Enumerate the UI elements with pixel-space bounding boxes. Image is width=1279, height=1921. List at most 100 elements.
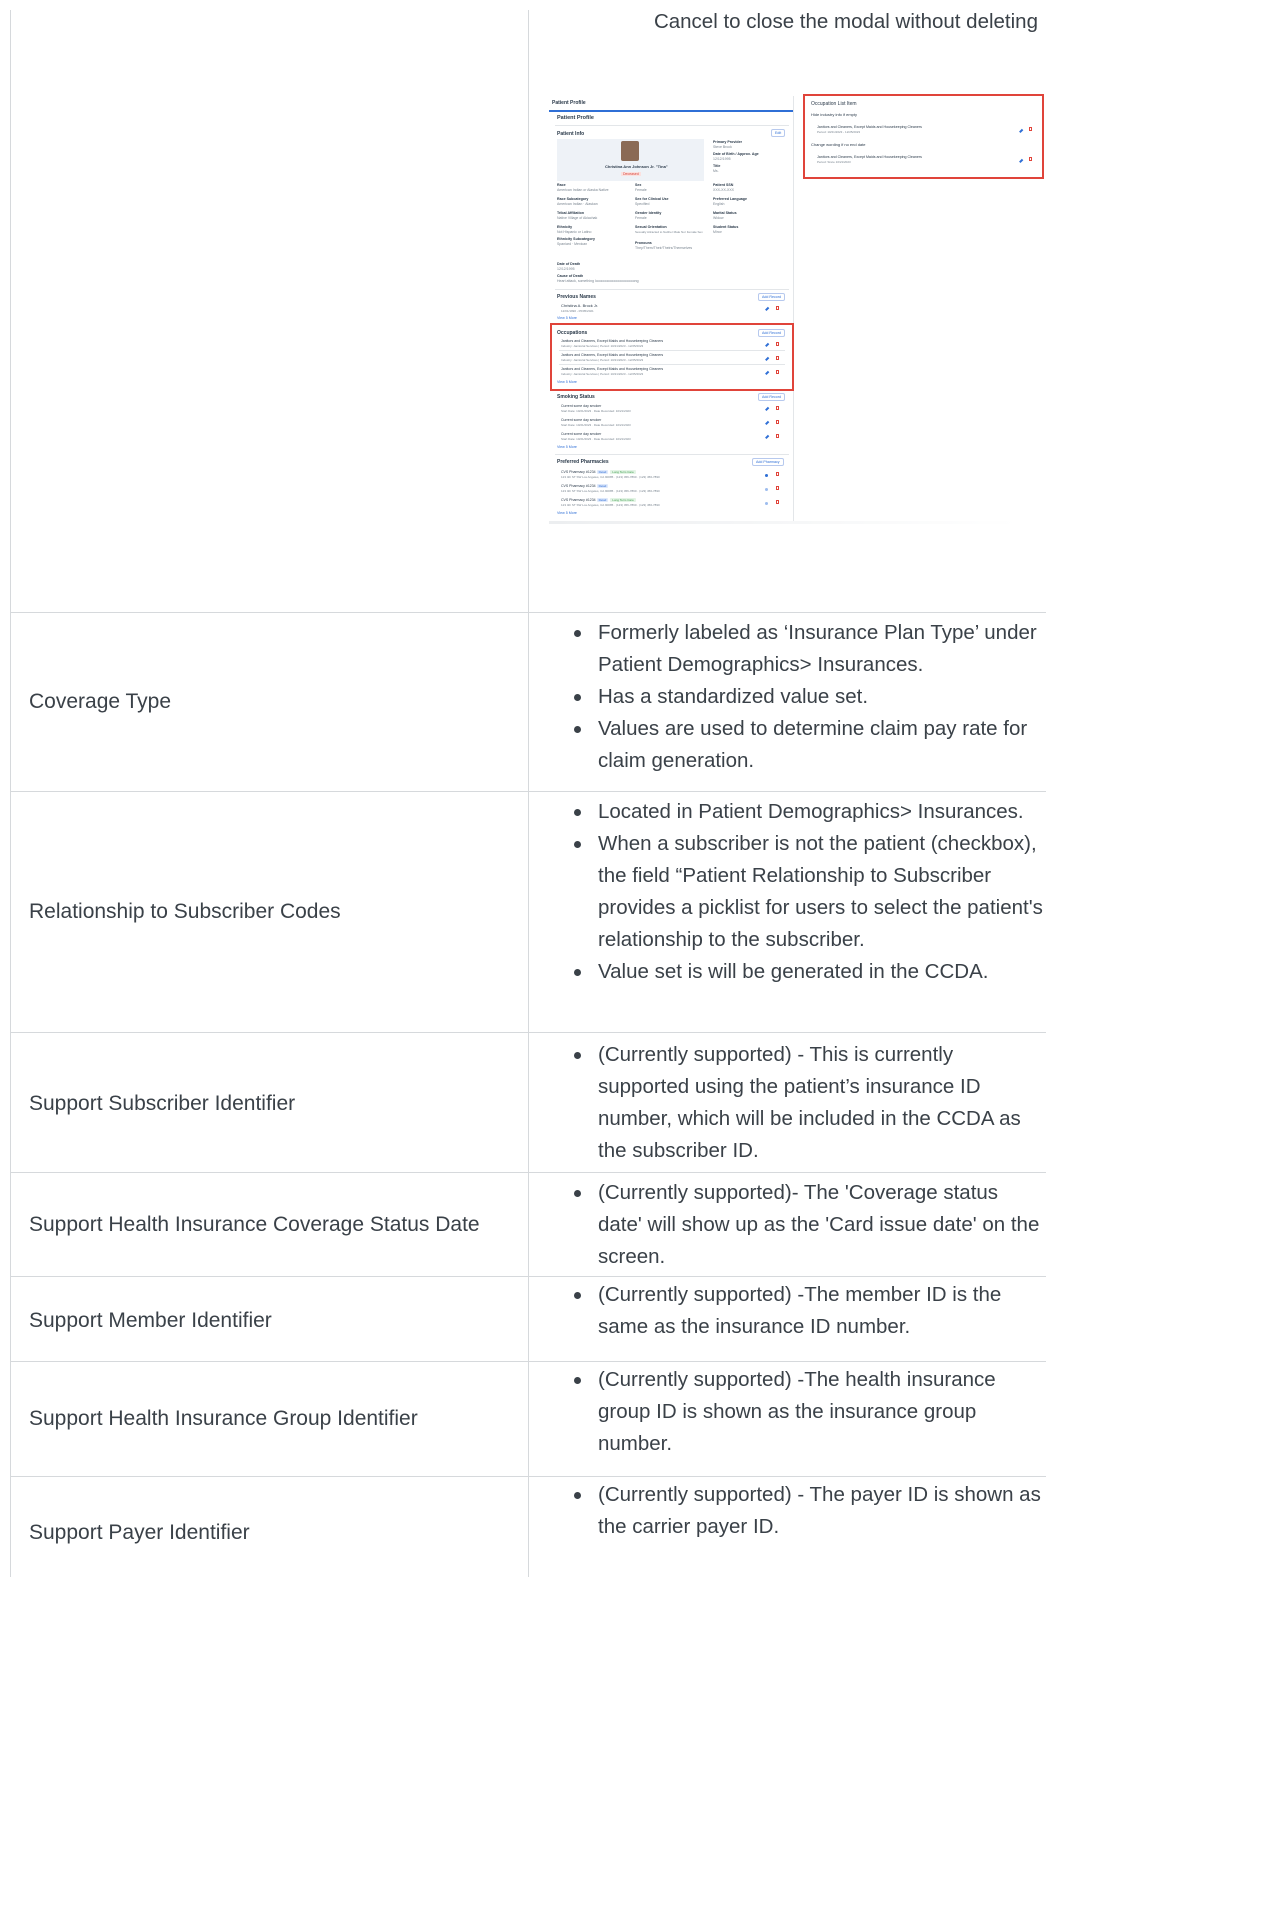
table-cell-left: Coverage Type bbox=[10, 613, 529, 791]
table-cell-right: Located in Patient Demographics> Insuran… bbox=[528, 792, 1046, 1032]
field-value: Spaniard · Mexican bbox=[557, 242, 588, 246]
list-item: (Currently supported) - The payer ID is … bbox=[574, 1479, 1046, 1543]
table-cell-right: (Currently supported) -The health insura… bbox=[528, 1362, 1046, 1476]
pharmacy-tag: Long Term Care bbox=[610, 498, 636, 502]
edit-icon[interactable] bbox=[765, 406, 769, 411]
panel-divider bbox=[793, 96, 794, 524]
field-label: Pronouns bbox=[635, 241, 652, 245]
profile-header: Patient Profile bbox=[552, 100, 586, 106]
field-value: 12/12/1995 bbox=[557, 267, 575, 271]
row-label: Relationship to Subscriber Codes bbox=[29, 900, 341, 923]
list-item-sub: Start Date: 10/21/2023 · Date Recorded: … bbox=[561, 437, 631, 441]
table-row: Relationship to Subscriber Codes Located… bbox=[10, 792, 1046, 1033]
trash-icon[interactable] bbox=[776, 486, 779, 490]
table-row: Support Health Insurance Coverage Status… bbox=[10, 1173, 1046, 1277]
pharmacy-tag: Long Term Care bbox=[610, 470, 636, 474]
field-value: Female bbox=[635, 216, 647, 220]
field-value: Widow bbox=[713, 216, 724, 220]
field-label: Sex for Clinical Use bbox=[635, 197, 669, 201]
edit-icon[interactable] bbox=[765, 420, 769, 425]
list-item: Christina A. Brock Jr. bbox=[561, 303, 599, 308]
table-cell-left: Support Subscriber Identifier bbox=[10, 1033, 529, 1172]
trash-icon[interactable] bbox=[776, 472, 779, 476]
table-row: Support Health Insurance Group Identifie… bbox=[10, 1362, 1046, 1477]
row-label: Coverage Type bbox=[29, 690, 172, 713]
field-label: Gender Identity bbox=[635, 211, 662, 215]
requirements-table: Cancel to close the modal without deleti… bbox=[10, 0, 1046, 1577]
pharmacy-tag: Retail bbox=[596, 470, 609, 474]
list-item: Current some day smoker bbox=[561, 418, 602, 422]
list-item: Values are used to determine claim pay r… bbox=[574, 713, 1046, 777]
trash-icon[interactable] bbox=[776, 500, 779, 504]
list-item: Current some day smoker bbox=[561, 404, 602, 408]
view-more-link[interactable]: View 5 More bbox=[557, 445, 577, 449]
top-note: Cancel to close the modal without deleti… bbox=[653, 10, 1038, 33]
patient-info-title: Patient Info bbox=[557, 131, 585, 137]
bullet-list: Formerly labeled as ‘Insurance Plan Type… bbox=[574, 617, 1046, 777]
field-label: Race Subcategory bbox=[557, 197, 589, 201]
field-value: Minor bbox=[713, 230, 722, 234]
list-item: Formerly labeled as ‘Insurance Plan Type… bbox=[574, 617, 1046, 681]
field-value: Native Village of Akiachak bbox=[557, 216, 598, 220]
edit-button[interactable]: Edit bbox=[771, 129, 786, 137]
highlight-box bbox=[803, 94, 1044, 179]
table-cell-right: (Currently supported) - The payer ID is … bbox=[528, 1477, 1046, 1577]
list-item-sub: 123 4th ST SW Los Angeles, CA 90085 · (1… bbox=[561, 503, 660, 507]
table-cell-right: (Currently supported) -The member ID is … bbox=[528, 1277, 1046, 1361]
smoking-title: Smoking Status bbox=[557, 394, 595, 400]
list-item-sub: 123 4th ST SW Los Angeles, CA 90085 · (1… bbox=[561, 489, 660, 493]
table-cell-left: Support Health Insurance Coverage Status… bbox=[10, 1173, 529, 1276]
pharmacy-name: CVS Pharmacy #1234 bbox=[561, 498, 596, 502]
field-label: Title bbox=[713, 164, 721, 168]
trash-icon[interactable] bbox=[776, 306, 779, 310]
field-label: Student Status bbox=[713, 225, 739, 229]
list-item: CVS Pharmacy #1234 Retail bbox=[561, 484, 610, 488]
star-icon[interactable] bbox=[765, 474, 768, 477]
row-label: Support Health Insurance Coverage Status… bbox=[29, 1213, 480, 1236]
row-label: Support Member Identifier bbox=[29, 1309, 272, 1332]
field-label: Ethnicity Subcategory bbox=[557, 237, 595, 241]
table-cell-left: Relationship to Subscriber Codes bbox=[10, 792, 529, 1032]
star-icon[interactable] bbox=[765, 502, 768, 505]
table-cell-left: Support Member Identifier bbox=[10, 1277, 529, 1361]
view-more-link[interactable]: View 5 More bbox=[557, 511, 577, 515]
table-cell-left: Support Health Insurance Group Identifie… bbox=[10, 1362, 529, 1476]
field-label: Sexual Orientation bbox=[635, 225, 667, 229]
field-label: Preferred Language bbox=[713, 197, 747, 201]
row-label: Support Subscriber Identifier bbox=[29, 1092, 296, 1115]
list-item: When a subscriber is not the patient (ch… bbox=[574, 828, 1046, 956]
panel-shadow bbox=[549, 521, 1019, 524]
list-item: Has a standardized value set. bbox=[574, 681, 1046, 713]
profile-subheader: Patient Profile bbox=[557, 115, 594, 121]
list-item-sub: Start Date: 10/21/2023 · Date Recorded: … bbox=[561, 409, 631, 413]
list-item: (Currently supported) -The member ID is … bbox=[574, 1279, 1046, 1343]
star-icon[interactable] bbox=[765, 488, 768, 491]
field-value: Specified bbox=[635, 202, 650, 206]
trash-icon[interactable] bbox=[776, 420, 779, 424]
field-value: American Indian · Alaskan bbox=[557, 202, 598, 206]
table-cell-left bbox=[10, 10, 529, 612]
add-record-button[interactable]: Add Record bbox=[758, 293, 785, 301]
add-pharmacy-button[interactable]: Add Pharmacy bbox=[752, 458, 784, 466]
pharmacy-name: CVS Pharmacy #1234 bbox=[561, 484, 596, 488]
deceased-badge: Deceased bbox=[621, 172, 641, 176]
field-value: Not Hispanic or Latino bbox=[557, 230, 592, 234]
patient-profile-panel: Patient Profile Patient Profile Patient … bbox=[549, 96, 793, 524]
add-record-button[interactable]: Add Record bbox=[758, 393, 785, 401]
list-item: CVS Pharmacy #1234 Retail Long Term Care bbox=[561, 498, 638, 502]
edit-icon[interactable] bbox=[765, 306, 769, 311]
view-more-link[interactable]: View 5 More bbox=[557, 316, 577, 320]
field-value: Female bbox=[635, 188, 647, 192]
pharmacy-tag: Retail bbox=[596, 484, 609, 488]
trash-icon[interactable] bbox=[776, 434, 779, 438]
bullet-list: (Currently supported) - The payer ID is … bbox=[574, 1479, 1046, 1543]
field-value: Steve Brock bbox=[713, 145, 732, 149]
list-item: (Currently supported)- The 'Coverage sta… bbox=[574, 1177, 1046, 1273]
edit-icon[interactable] bbox=[765, 434, 769, 439]
bullet-list: (Currently supported) -The health insura… bbox=[574, 1364, 1046, 1460]
table-cell-left: Support Payer Identifier bbox=[10, 1477, 529, 1577]
field-label: Ethnicity bbox=[557, 225, 573, 229]
field-value: Heart attack, something looooooooooooooo… bbox=[557, 279, 639, 283]
bullet-list: (Currently supported) - This is currentl… bbox=[574, 1039, 1046, 1167]
trash-icon[interactable] bbox=[776, 406, 779, 410]
